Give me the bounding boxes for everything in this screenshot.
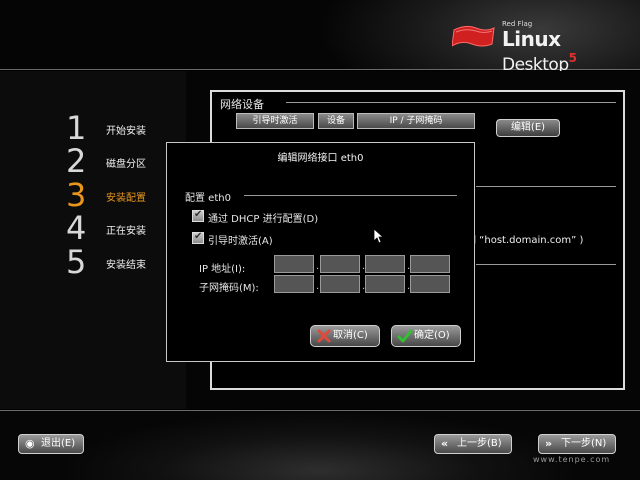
group-divider [286, 102, 616, 103]
header-bar: Red Flag Linux Desktop5 [0, 0, 640, 75]
subnet-mask-label: 子网掩码(M): [199, 283, 259, 294]
step-number: 4 [66, 209, 87, 247]
logo-product-name: Linux Desktop5 [502, 27, 632, 75]
ok-label: 确定(O) [414, 330, 450, 341]
edit-interface-dialog: 编辑网络接口 eth0 配置 eth0 通过 DHCP 进行配置(D) 引导时激… [166, 142, 475, 362]
ok-button[interactable]: 确定(O) [391, 325, 461, 347]
mask-octet-1-input[interactable] [274, 275, 314, 293]
ip-octet-1-input[interactable] [274, 255, 314, 273]
exit-button[interactable]: ◉ 退出(E) [18, 434, 84, 454]
dhcp-label: 通过 DHCP 进行配置(D) [208, 214, 319, 225]
column-header-ip-mask[interactable]: IP / 子网掩码 [357, 113, 475, 129]
group-divider [244, 195, 457, 196]
column-header-device[interactable]: 设备 [318, 113, 354, 129]
double-chevron-right-icon: » [545, 437, 553, 450]
hostname-hint-text: 例如 “host.domain.com” ) [456, 235, 584, 246]
mask-octet-4-input[interactable] [410, 275, 450, 293]
back-button[interactable]: « 上一步(B) [434, 434, 512, 454]
back-label: 上一步(B) [457, 438, 502, 449]
section-divider [476, 186, 616, 187]
next-button[interactable]: » 下一步(N) [538, 434, 616, 454]
cancel-button[interactable]: 取消(C) [310, 325, 380, 347]
double-chevron-left-icon: « [441, 437, 449, 450]
checkmark-icon [397, 329, 413, 343]
octet-separator: . [316, 281, 320, 292]
edit-device-button[interactable]: 编辑(E) [496, 119, 560, 137]
x-icon [317, 329, 331, 343]
step-label: 安装结束 [106, 260, 146, 271]
red-flag-logo: Red Flag Linux Desktop5 [452, 18, 632, 75]
boot-activate-label: 引导时激活(A) [208, 236, 273, 247]
ip-octet-2-input[interactable] [320, 255, 360, 273]
step-number: 5 [66, 243, 87, 281]
mask-octet-3-input[interactable] [365, 275, 405, 293]
network-devices-title: 网络设备 [220, 98, 264, 111]
ip-address-label: IP 地址(I): [199, 264, 246, 275]
step-start-install: 1 开始安装 [66, 109, 186, 147]
ip-octet-3-input[interactable] [365, 255, 405, 273]
config-group-title: 配置 eth0 [185, 193, 231, 204]
exit-label: 退出(E) [41, 438, 76, 449]
logo-version: 5 [568, 51, 577, 65]
step-label: 开始安装 [106, 126, 146, 137]
step-label: 磁盘分区 [106, 159, 146, 170]
column-header-boot-active[interactable]: 引导时激活 [236, 113, 314, 129]
step-label: 安装配置 [106, 193, 146, 204]
logo-brand: Linux [502, 27, 561, 51]
section-divider [476, 264, 616, 265]
mask-octet-2-input[interactable] [320, 275, 360, 293]
octet-separator: . [316, 261, 320, 272]
watermark-text: www.tenpe.com [533, 455, 611, 464]
power-icon: ◉ [25, 437, 35, 450]
checkbox-checked-icon[interactable] [192, 231, 204, 244]
dialog-title: 编辑网络接口 eth0 [277, 153, 364, 164]
ip-octet-4-input[interactable] [410, 255, 450, 273]
next-label: 下一步(N) [561, 438, 607, 449]
step-number: 2 [66, 142, 87, 180]
cancel-label: 取消(C) [333, 330, 368, 341]
red-flag-icon [452, 25, 495, 47]
mouse-cursor-icon [373, 228, 383, 244]
step-label: 正在安装 [106, 226, 146, 237]
checkbox-checked-icon[interactable] [192, 209, 204, 222]
